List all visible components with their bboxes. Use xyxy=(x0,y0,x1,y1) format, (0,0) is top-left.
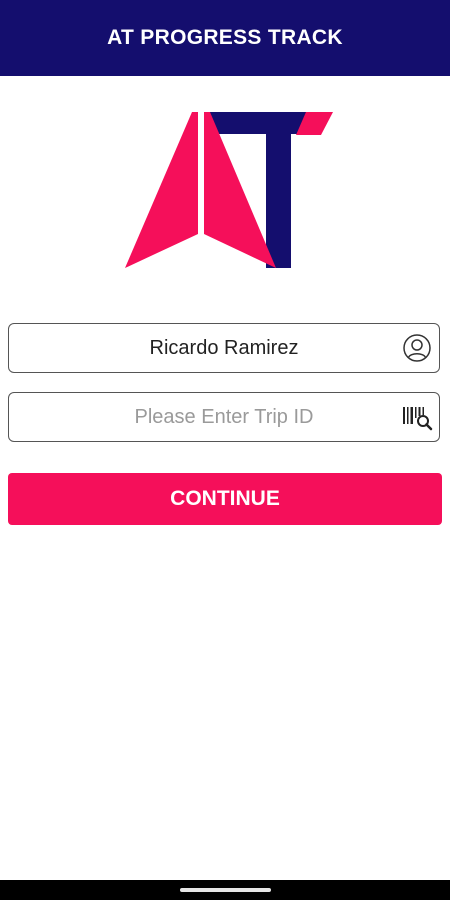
login-screen: AT PROGRESS TRACK Ricardo Ramirez Please… xyxy=(0,0,450,900)
system-navigation-bar xyxy=(0,880,450,900)
user-icon xyxy=(401,332,433,364)
home-gesture-handle[interactable] xyxy=(180,888,271,892)
trip-id-input[interactable] xyxy=(44,405,404,429)
app-bar: AT PROGRESS TRACK xyxy=(0,0,450,76)
continue-button[interactable]: CONTINUE xyxy=(8,473,442,525)
app-title: AT PROGRESS TRACK xyxy=(107,26,343,49)
at-logo xyxy=(125,112,333,268)
name-field-container xyxy=(8,323,440,373)
name-input[interactable] xyxy=(44,336,404,360)
trip-id-field-container xyxy=(8,392,440,442)
barcode-scan-icon[interactable] xyxy=(401,401,433,433)
